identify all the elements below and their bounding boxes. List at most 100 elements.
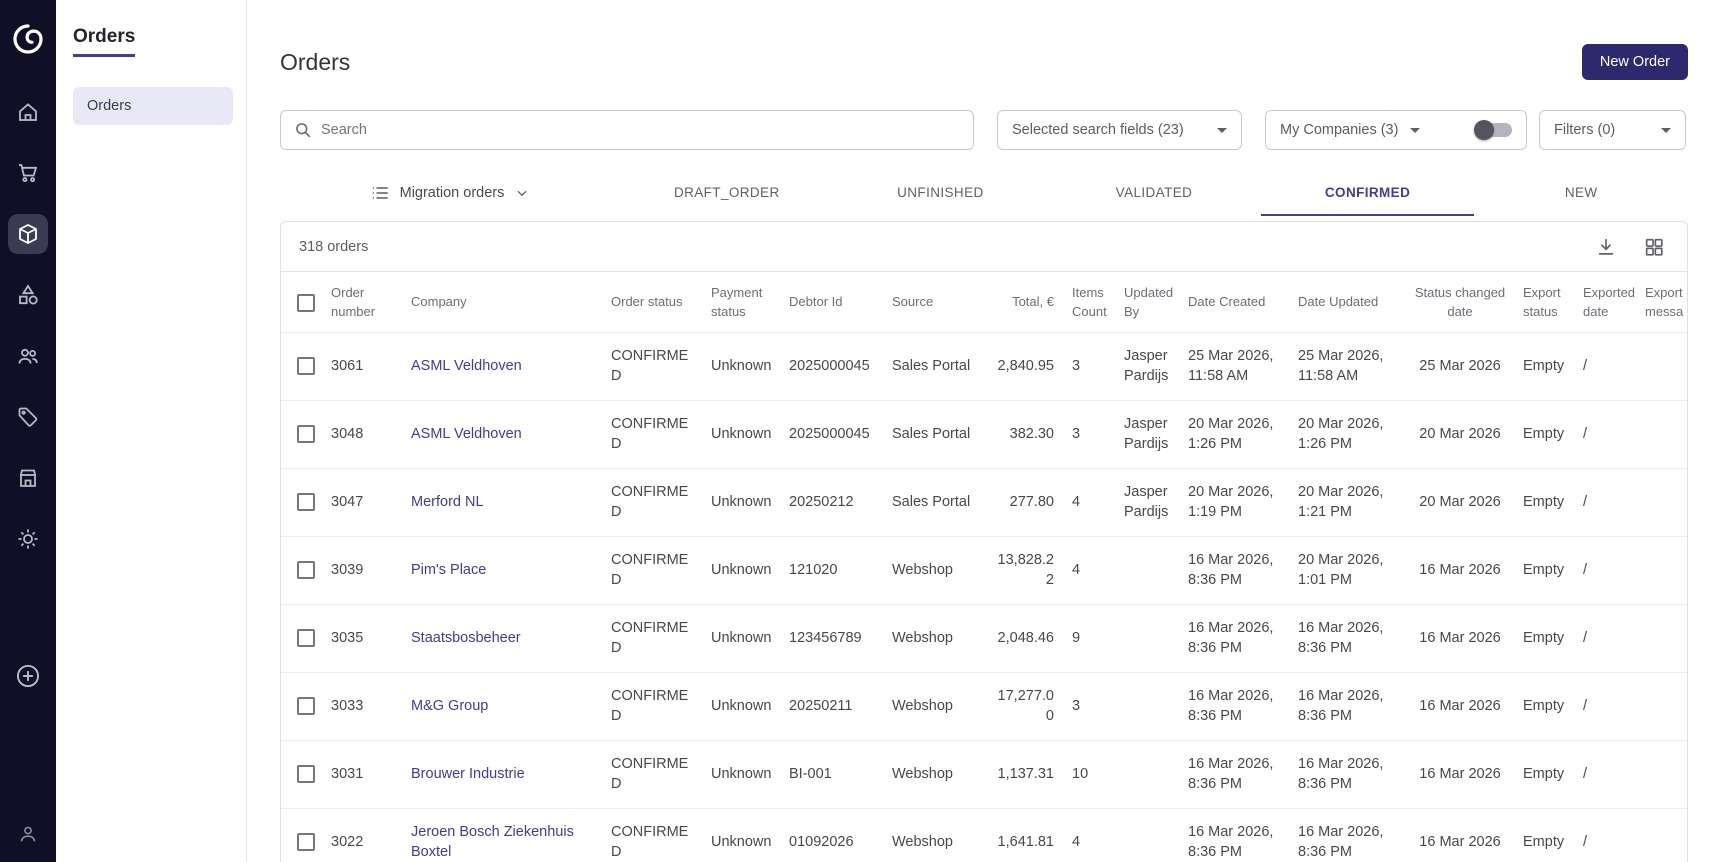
tab-new[interactable]: NEW (1474, 170, 1688, 216)
row-checkbox[interactable] (297, 424, 315, 443)
date-updated-cell: 16 Mar 2026, 8:36 PM (1298, 619, 1384, 656)
orders-icon[interactable] (8, 214, 48, 254)
select-all-checkbox[interactable] (297, 293, 315, 312)
tab-confirmed[interactable]: CONFIRMED (1260, 170, 1475, 216)
export-status-cell: Empty (1523, 425, 1565, 442)
order-status-cell: CONFIRMED (611, 687, 689, 724)
order-number-cell: 3048 (331, 425, 364, 442)
col-debtor-id: Debtor Id (789, 294, 843, 310)
tag-icon[interactable] (8, 397, 48, 437)
updated-by-cell (1118, 741, 1182, 809)
row-checkbox[interactable] (297, 356, 315, 375)
date-created-cell: 16 Mar 2026, 8:36 PM (1188, 551, 1274, 588)
row-checkbox[interactable] (297, 560, 315, 579)
company-link[interactable]: ASML Veldhoven (405, 333, 605, 401)
updated-by-cell: Jasper Pardijs (1124, 347, 1169, 384)
date-updated-cell: 20 Mar 2026, 1:01 PM (1298, 551, 1384, 588)
date-updated-cell: 16 Mar 2026, 8:36 PM (1298, 687, 1384, 724)
order-status-cell: CONFIRMED (611, 415, 689, 452)
status-changed-cell: 16 Mar 2026 (1419, 765, 1501, 782)
categories-icon[interactable] (8, 275, 48, 315)
export-status-cell: Empty (1523, 629, 1565, 646)
export-status-cell: Empty (1523, 493, 1565, 510)
col-status-changed-date: Status changed date (1414, 284, 1506, 320)
row-checkbox[interactable] (297, 833, 315, 852)
customers-icon[interactable] (8, 336, 48, 376)
export-message-cell (1639, 333, 1687, 401)
export-status-cell: Empty (1523, 357, 1565, 374)
exported-date-cell: / (1583, 629, 1588, 646)
items-count-cell: 4 (1072, 833, 1081, 850)
companies-toggle[interactable] (1474, 120, 1512, 140)
chevron-down-icon (1661, 127, 1671, 133)
date-updated-cell: 16 Mar 2026, 8:36 PM (1298, 755, 1384, 792)
tab-validated[interactable]: VALIDATED (1047, 170, 1261, 216)
tab-unfinished[interactable]: UNFINISHED (834, 170, 1048, 216)
logo-swirl-icon (13, 24, 43, 54)
table-header-row: Order number Company Order status Paymen… (281, 271, 1687, 333)
company-link[interactable]: Brouwer Industrie (405, 741, 605, 809)
debtor-id-cell: BI-001 (789, 765, 832, 782)
search-fields-select[interactable]: Selected search fields (23) (997, 110, 1242, 150)
order-status-cell: CONFIRMED (611, 483, 689, 520)
app-root: Orders Orders Orders New Order Selected … (0, 0, 1736, 862)
columns-grid-icon[interactable] (1643, 236, 1665, 258)
row-checkbox[interactable] (297, 696, 315, 715)
sidebar-item-orders[interactable]: Orders (73, 87, 233, 125)
items-count-cell: 3 (1072, 357, 1081, 374)
home-icon[interactable] (8, 92, 48, 132)
user-icon[interactable] (8, 814, 48, 854)
date-created-cell: 16 Mar 2026, 8:36 PM (1188, 824, 1274, 860)
chevron-down-icon (1217, 127, 1227, 133)
new-order-button[interactable]: New Order (1581, 44, 1688, 80)
total-cell: 1,137.31 (997, 765, 1054, 782)
order-number-cell: 3022 (331, 833, 364, 850)
col-order-status: Order status (611, 294, 683, 310)
row-checkbox[interactable] (297, 628, 315, 647)
status-changed-cell: 16 Mar 2026 (1419, 697, 1501, 714)
add-icon[interactable] (8, 656, 48, 696)
company-link[interactable]: Jeroen Bosch Ziekenhuis Boxtel (405, 809, 605, 862)
company-link[interactable]: Merford NL (405, 469, 605, 537)
updated-by-cell: Jasper Pardijs (1124, 483, 1169, 520)
list-icon (372, 187, 388, 199)
date-created-cell: 20 Mar 2026, 1:19 PM (1188, 483, 1274, 520)
company-link[interactable]: Staatsbosbeheer (405, 605, 605, 673)
filter-row: Selected search fields (23) My Companies… (280, 110, 1688, 150)
payment-status-cell: Unknown (711, 833, 772, 850)
row-checkbox[interactable] (297, 492, 315, 511)
export-status-cell: Empty (1523, 697, 1565, 714)
settings-icon[interactable] (8, 519, 48, 559)
company-link[interactable]: Pim's Place (405, 537, 605, 605)
date-updated-cell: 25 Mar 2026, 11:58 AM (1298, 347, 1384, 384)
status-changed-cell: 16 Mar 2026 (1419, 629, 1501, 646)
export-status-cell: Empty (1523, 833, 1565, 850)
source-cell: Webshop (892, 629, 953, 646)
filters-select[interactable]: Filters (0) (1539, 110, 1686, 150)
store-icon[interactable] (8, 458, 48, 498)
table-row: 3048 ASML Veldhoven CONFIRMED Unknown 20… (281, 400, 1687, 469)
search-box (280, 110, 974, 150)
download-icon[interactable] (1595, 236, 1617, 258)
tab-draft-order[interactable]: DRAFT_ORDER (620, 170, 834, 216)
secondary-sidebar: Orders Orders (56, 0, 247, 862)
row-checkbox[interactable] (297, 764, 315, 783)
company-link[interactable]: ASML Veldhoven (405, 401, 605, 469)
orders-count: 318 orders (299, 238, 369, 255)
col-items-count: Items Count (1072, 284, 1107, 320)
source-cell: Webshop (892, 833, 953, 850)
search-input[interactable] (321, 122, 961, 138)
view-preset-dropdown[interactable]: Migration orders (280, 170, 620, 216)
source-cell: Sales Portal (892, 425, 971, 442)
items-count-cell: 4 (1072, 493, 1081, 510)
companies-select[interactable]: My Companies (3) (1280, 122, 1460, 138)
col-total: Total, € (1012, 294, 1054, 310)
date-created-cell: 16 Mar 2026, 8:36 PM (1188, 619, 1274, 656)
source-cell: Webshop (892, 561, 953, 578)
payment-status-cell: Unknown (711, 561, 772, 578)
cart-icon[interactable] (8, 153, 48, 193)
total-cell: 13,828.22 (997, 551, 1054, 588)
company-link[interactable]: M&G Group (405, 673, 605, 741)
exported-date-cell: / (1583, 765, 1588, 782)
companies-label: My Companies (3) (1280, 122, 1399, 138)
